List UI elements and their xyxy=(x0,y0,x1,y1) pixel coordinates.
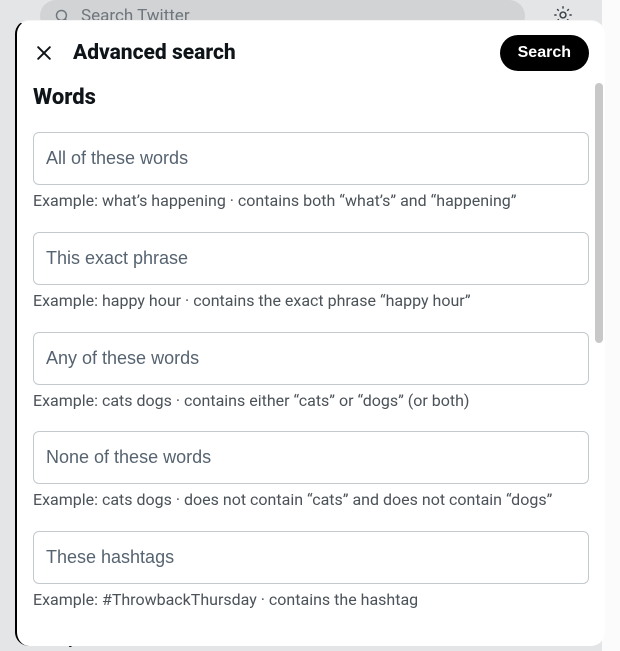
close-button[interactable] xyxy=(33,42,55,64)
modal-scroll-area[interactable]: Words Example: what’s happening · contai… xyxy=(17,81,605,646)
all-words-input[interactable] xyxy=(33,132,589,185)
hashtags-input[interactable] xyxy=(33,531,589,584)
modal-body: Words Example: what’s happening · contai… xyxy=(17,85,605,611)
field-all-words: Example: what’s happening · contains bot… xyxy=(33,132,589,212)
hashtags-example: Example: #ThrowbackThursday · contains t… xyxy=(33,590,589,611)
exact-phrase-input[interactable] xyxy=(33,232,589,285)
scrollbar-thumb[interactable] xyxy=(595,83,603,343)
any-words-example: Example: cats dogs · contains either “ca… xyxy=(33,391,589,412)
field-hashtags: Example: #ThrowbackThursday · contains t… xyxy=(33,531,589,611)
field-none-words: Example: cats dogs · does not contain “c… xyxy=(33,431,589,511)
advanced-search-modal: Advanced search Search Words Example: wh… xyxy=(15,20,605,646)
none-words-input[interactable] xyxy=(33,431,589,484)
field-exact-phrase: Example: happy hour · contains the exact… xyxy=(33,232,589,312)
exact-phrase-example: Example: happy hour · contains the exact… xyxy=(33,291,589,312)
close-icon xyxy=(34,43,54,63)
any-words-input[interactable] xyxy=(33,332,589,385)
field-any-words: Example: cats dogs · contains either “ca… xyxy=(33,332,589,412)
section-words-title: Words xyxy=(33,85,589,110)
search-button[interactable]: Search xyxy=(500,35,589,71)
all-words-example: Example: what’s happening · contains bot… xyxy=(33,191,589,212)
modal-header: Advanced search Search xyxy=(17,21,605,81)
modal-title: Advanced search xyxy=(73,41,482,65)
none-words-example: Example: cats dogs · does not contain “c… xyxy=(33,490,589,511)
